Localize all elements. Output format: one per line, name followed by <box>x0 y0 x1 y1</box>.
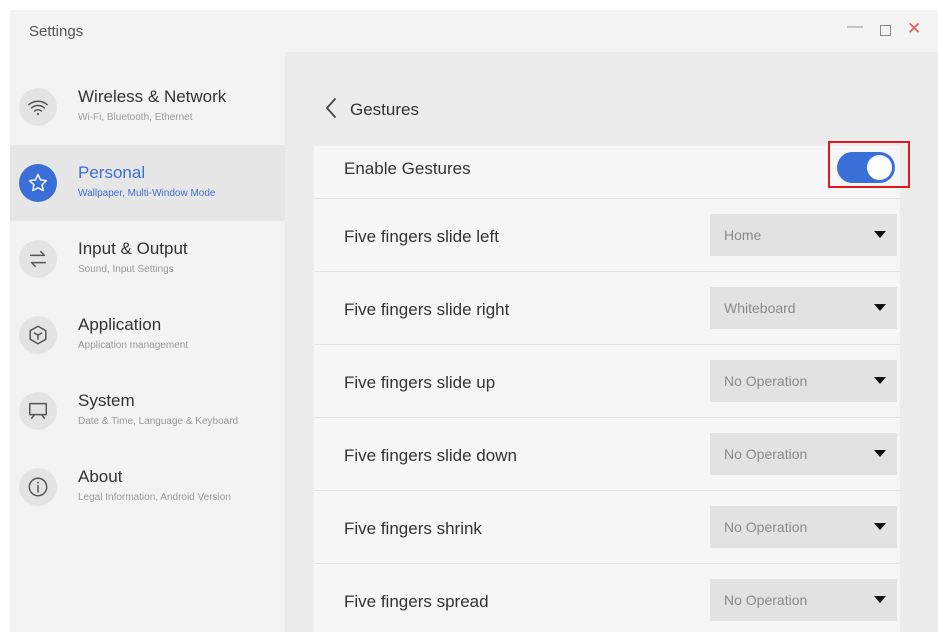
title-bar: Settings — ✕ <box>10 10 938 52</box>
gesture-label: Five fingers shrink <box>344 519 482 538</box>
info-icon <box>19 468 57 506</box>
dropdown-arrow-icon <box>874 377 886 384</box>
sidebar: Wireless & Network Wi-Fi, Bluetooth, Eth… <box>10 52 285 632</box>
dropdown-value: No Operation <box>724 519 808 535</box>
dropdown-value: No Operation <box>724 373 808 389</box>
dropdown-value: Home <box>724 227 762 243</box>
sidebar-item-subtitle: Sound, Input Settings <box>78 264 174 275</box>
gesture-action-dropdown[interactable]: Home <box>710 214 897 256</box>
sidebar-item-label: Input & Output <box>78 239 188 258</box>
dropdown-arrow-icon <box>874 231 886 238</box>
gesture-row-shrink: Five fingers shrink No Operation <box>314 490 900 564</box>
sidebar-item-subtitle: Application management <box>78 340 189 351</box>
sidebar-item-label: About <box>78 467 123 486</box>
sidebar-item-personal[interactable]: Personal Wallpaper, Multi-Window Mode <box>10 145 285 221</box>
gestures-panel: Enable Gestures Five fingers slide left … <box>314 141 910 632</box>
sidebar-item-subtitle: Legal Information, Android Version <box>78 492 231 503</box>
sidebar-item-subtitle: Wallpaper, Multi-Window Mode <box>78 188 216 199</box>
sidebar-item-wireless-network[interactable]: Wireless & Network Wi-Fi, Bluetooth, Eth… <box>10 69 285 145</box>
gesture-label: Five fingers spread <box>344 592 489 611</box>
window-title: Settings <box>29 23 84 40</box>
sidebar-item-system[interactable]: System Date & Time, Language & Keyboard <box>10 373 285 449</box>
minimize-icon[interactable]: — <box>847 18 863 36</box>
gesture-row-slide-left: Five fingers slide left Home <box>314 198 900 272</box>
gesture-action-dropdown[interactable]: No Operation <box>710 506 897 548</box>
sidebar-item-label: Application <box>78 315 162 334</box>
gesture-row-slide-up: Five fingers slide up No Operation <box>314 344 900 418</box>
gesture-label: Five fingers slide up <box>344 373 496 392</box>
back-arrow-icon[interactable] <box>322 96 342 120</box>
dropdown-value: No Operation <box>724 592 808 608</box>
gesture-action-dropdown[interactable]: No Operation <box>710 360 897 402</box>
close-icon[interactable]: ✕ <box>907 19 921 39</box>
cube-icon <box>19 316 57 354</box>
star-icon <box>19 164 57 202</box>
maximize-icon[interactable] <box>880 25 891 36</box>
enable-gestures-toggle[interactable] <box>837 152 895 183</box>
page-title: Gestures <box>350 100 419 119</box>
sidebar-item-input-output[interactable]: Input & Output Sound, Input Settings <box>10 221 285 297</box>
sidebar-item-about[interactable]: About Legal Information, Android Version <box>10 449 285 525</box>
wifi-icon <box>19 88 57 126</box>
sidebar-item-label: Wireless & Network <box>78 87 227 106</box>
gesture-row-spread: Five fingers spread No Operation <box>314 563 900 632</box>
gesture-action-dropdown[interactable]: Whiteboard <box>710 287 897 329</box>
dropdown-arrow-icon <box>874 450 886 457</box>
enable-gestures-row: Enable Gestures <box>314 141 910 199</box>
content-area: Gestures Enable Gestures Five fingers sl… <box>285 52 938 632</box>
dropdown-value: No Operation <box>724 446 808 462</box>
monitor-icon <box>19 392 57 430</box>
gesture-label: Five fingers slide left <box>344 227 499 246</box>
arrows-swap-icon <box>19 240 57 278</box>
sidebar-item-application[interactable]: Application Application management <box>10 297 285 373</box>
gesture-action-dropdown[interactable]: No Operation <box>710 433 897 475</box>
dropdown-value: Whiteboard <box>724 300 796 316</box>
settings-window: Settings — ✕ Wireless & Network Wi-Fi, B… <box>10 10 938 632</box>
gesture-row-slide-down: Five fingers slide down No Operation <box>314 417 900 491</box>
dropdown-arrow-icon <box>874 304 886 311</box>
sidebar-item-subtitle: Date & Time, Language & Keyboard <box>78 416 239 427</box>
sidebar-item-label: System <box>78 391 135 410</box>
dropdown-arrow-icon <box>874 596 886 603</box>
gesture-label: Five fingers slide down <box>344 446 517 465</box>
enable-gestures-label: Enable Gestures <box>344 159 471 178</box>
dropdown-arrow-icon <box>874 523 886 530</box>
gesture-action-dropdown[interactable]: No Operation <box>710 579 897 621</box>
toggle-knob <box>867 155 892 180</box>
sidebar-item-label: Personal <box>78 163 146 182</box>
gesture-row-slide-right: Five fingers slide right Whiteboard <box>314 271 900 345</box>
gesture-label: Five fingers slide right <box>344 300 510 319</box>
sidebar-item-subtitle: Wi-Fi, Bluetooth, Ethernet <box>78 112 193 123</box>
